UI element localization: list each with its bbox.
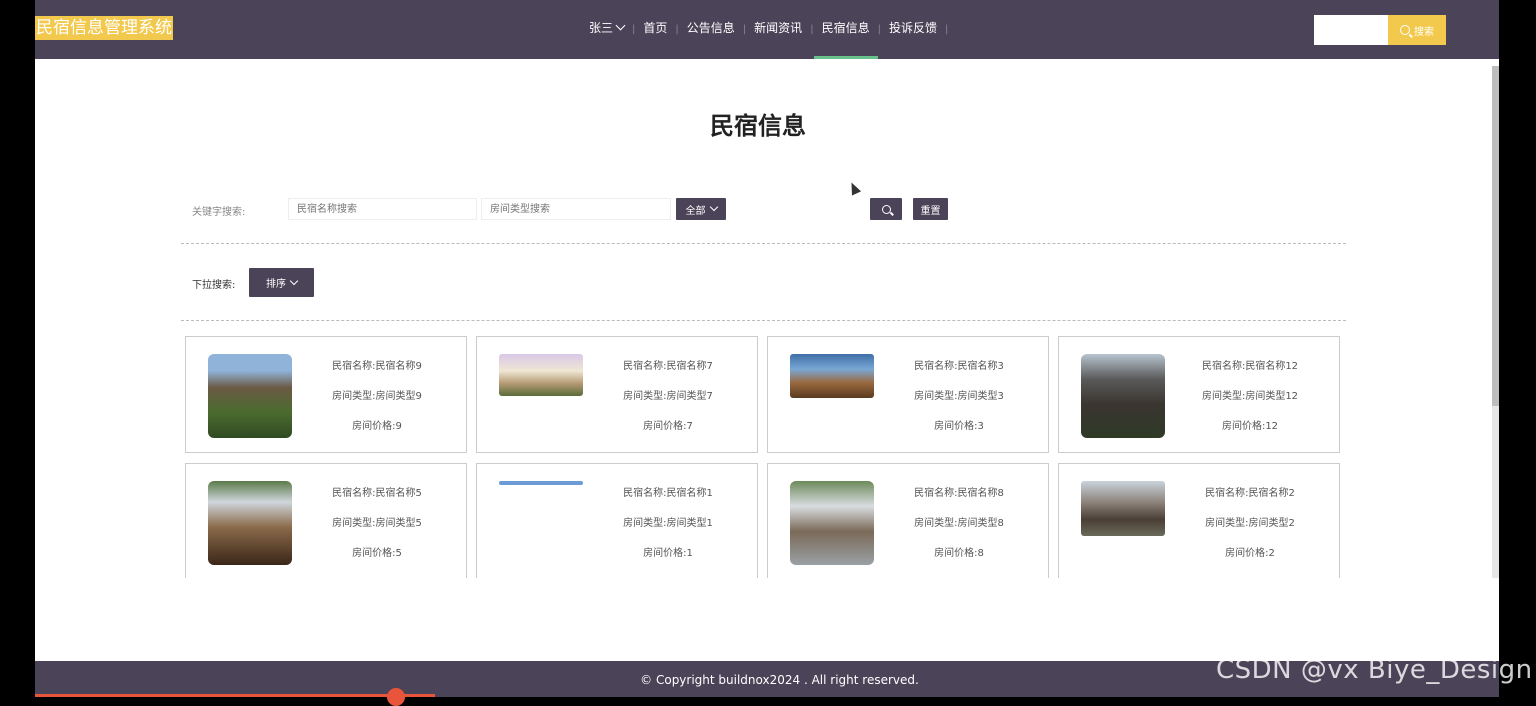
search-icon xyxy=(881,204,891,214)
homestay-card[interactable]: 民宿名称:民宿名称1 房间类型:房间类型1 房间价格:1 xyxy=(476,463,758,578)
homestay-photo xyxy=(499,354,583,396)
card-details: 民宿名称:民宿名称12 房间类型:房间类型12 房间价格:12 xyxy=(1165,354,1335,444)
all-filter-label: 全部 xyxy=(685,205,706,217)
room-type: 房间类型:房间类型12 xyxy=(1201,391,1299,402)
chevron-down-icon xyxy=(289,276,299,285)
homestay-name: 民宿名称:民宿名称8 xyxy=(914,488,1004,499)
divider xyxy=(181,320,1346,321)
nav-item-feedback[interactable]: 投诉反馈 xyxy=(881,0,945,59)
chevron-down-icon xyxy=(709,202,718,212)
room-price: 房间价格:2 xyxy=(1225,548,1275,559)
scrollbar[interactable] xyxy=(1492,66,1499,578)
homestay-card[interactable]: 民宿名称:民宿名称12 房间类型:房间类型12 房间价格:12 xyxy=(1058,336,1340,453)
card-details: 民宿名称:民宿名称3 房间类型:房间类型3 房间价格:3 xyxy=(874,354,1044,444)
user-name: 张三 xyxy=(589,21,614,35)
homestay-card[interactable]: 民宿名称:民宿名称9 房间类型:房间类型9 房间价格:9 xyxy=(185,336,467,453)
homestay-name: 民宿名称:民宿名称2 xyxy=(1205,488,1295,499)
homestay-card[interactable]: 民宿名称:民宿名称5 房间类型:房间类型5 房间价格:5 xyxy=(185,463,467,578)
progress-handle[interactable] xyxy=(387,688,405,706)
main-nav: 张三 | 首页 | 公告信息 | 新闻资讯 | 民宿信息 | 投诉反馈 | xyxy=(581,0,948,59)
homestay-name: 民宿名称:民宿名称1 xyxy=(623,488,713,499)
homestay-card-grid: 民宿名称:民宿名称9 房间类型:房间类型9 房间价格:9 民宿名称:民宿名称7 … xyxy=(185,336,1345,578)
all-filter-dropdown[interactable]: 全部 xyxy=(676,198,726,220)
search-button[interactable] xyxy=(870,198,902,220)
nav-item-announcements[interactable]: 公告信息 xyxy=(679,0,743,59)
keyword-search-label: 关键字搜索: xyxy=(192,207,246,218)
header-search-input[interactable] xyxy=(1314,15,1388,45)
room-type: 房间类型:房间类型5 xyxy=(332,518,422,529)
watermark-text: CSDN @vx Biye_Design xyxy=(1216,655,1533,685)
sort-dropdown[interactable]: 排序 xyxy=(249,268,314,297)
room-price: 房间价格:3 xyxy=(934,421,984,432)
homestay-name: 民宿名称:民宿名称9 xyxy=(332,361,422,372)
room-price: 房间价格:8 xyxy=(934,548,984,559)
card-details: 民宿名称:民宿名称2 房间类型:房间类型2 房间价格:2 xyxy=(1165,481,1335,571)
card-details: 民宿名称:民宿名称9 房间类型:房间类型9 房间价格:9 xyxy=(292,354,462,444)
dropdown-search-label: 下拉搜索: xyxy=(192,280,236,291)
homestay-name-search-input[interactable] xyxy=(288,198,477,220)
header-search-button[interactable]: 搜索 xyxy=(1388,15,1446,45)
homestay-name: 民宿名称:民宿名称7 xyxy=(623,361,713,372)
nav-item-home[interactable]: 首页 xyxy=(635,0,675,59)
top-navbar: 民宿信息管理系统 张三 | 首页 | 公告信息 | 新闻资讯 | 民宿信息 | … xyxy=(35,0,1499,59)
homestay-name: 民宿名称:民宿名称3 xyxy=(914,361,1004,372)
room-type: 房间类型:房间类型7 xyxy=(623,391,713,402)
room-price: 房间价格:1 xyxy=(643,548,693,559)
room-type: 房间类型:房间类型1 xyxy=(623,518,713,529)
nav-item-homestay-info[interactable]: 民宿信息 xyxy=(813,0,878,59)
homestay-card[interactable]: 民宿名称:民宿名称3 房间类型:房间类型3 房间价格:3 xyxy=(767,336,1049,453)
homestay-name: 民宿名称:民宿名称12 xyxy=(1201,361,1299,372)
nav-item-news[interactable]: 新闻资讯 xyxy=(746,0,810,59)
homestay-card[interactable]: 民宿名称:民宿名称8 房间类型:房间类型8 房间价格:8 xyxy=(767,463,1049,578)
homestay-photo xyxy=(499,481,583,485)
homestay-card[interactable]: 民宿名称:民宿名称2 房间类型:房间类型2 房间价格:2 xyxy=(1058,463,1340,578)
search-button-label: 搜索 xyxy=(1414,26,1434,38)
homestay-photo xyxy=(790,481,874,565)
site-brand[interactable]: 民宿信息管理系统 xyxy=(35,16,173,40)
divider xyxy=(181,243,1346,244)
homestay-photo xyxy=(790,354,874,398)
room-price: 房间价格:9 xyxy=(352,421,402,432)
reset-button[interactable]: 重置 xyxy=(913,198,948,220)
room-price: 房间价格:12 xyxy=(1221,421,1279,432)
page-title: 民宿信息 xyxy=(710,112,806,140)
homestay-photo xyxy=(208,481,292,565)
homestay-photo xyxy=(1081,481,1165,536)
room-type: 房间类型:房间类型9 xyxy=(332,391,422,402)
room-price: 房间价格:7 xyxy=(643,421,693,432)
chevron-down-icon xyxy=(615,20,626,31)
card-details: 民宿名称:民宿名称5 房间类型:房间类型5 房间价格:5 xyxy=(292,481,462,571)
card-details: 民宿名称:民宿名称1 房间类型:房间类型1 房间价格:1 xyxy=(583,481,753,571)
homestay-photo xyxy=(1081,354,1165,438)
room-type: 房间类型:房间类型2 xyxy=(1205,518,1295,529)
homestay-photo xyxy=(208,354,292,438)
room-price: 房间价格:5 xyxy=(352,548,402,559)
mouse-cursor-icon xyxy=(846,180,862,196)
room-type: 房间类型:房间类型8 xyxy=(914,518,1004,529)
page: 民宿信息管理系统 张三 | 首页 | 公告信息 | 新闻资讯 | 民宿信息 | … xyxy=(35,0,1499,697)
homestay-card[interactable]: 民宿名称:民宿名称7 房间类型:房间类型7 房间价格:7 xyxy=(476,336,758,453)
room-type-search-input[interactable] xyxy=(481,198,671,220)
nav-separator: | xyxy=(944,24,949,35)
homestay-name: 民宿名称:民宿名称5 xyxy=(332,488,422,499)
sort-label: 排序 xyxy=(266,279,286,290)
scrollbar-thumb[interactable] xyxy=(1492,66,1499,406)
search-icon xyxy=(1400,25,1410,35)
user-menu[interactable]: 张三 xyxy=(581,0,632,59)
card-details: 民宿名称:民宿名称8 房间类型:房间类型8 房间价格:8 xyxy=(874,481,1044,571)
room-type: 房间类型:房间类型3 xyxy=(914,391,1004,402)
card-details: 民宿名称:民宿名称7 房间类型:房间类型7 房间价格:7 xyxy=(583,354,753,444)
